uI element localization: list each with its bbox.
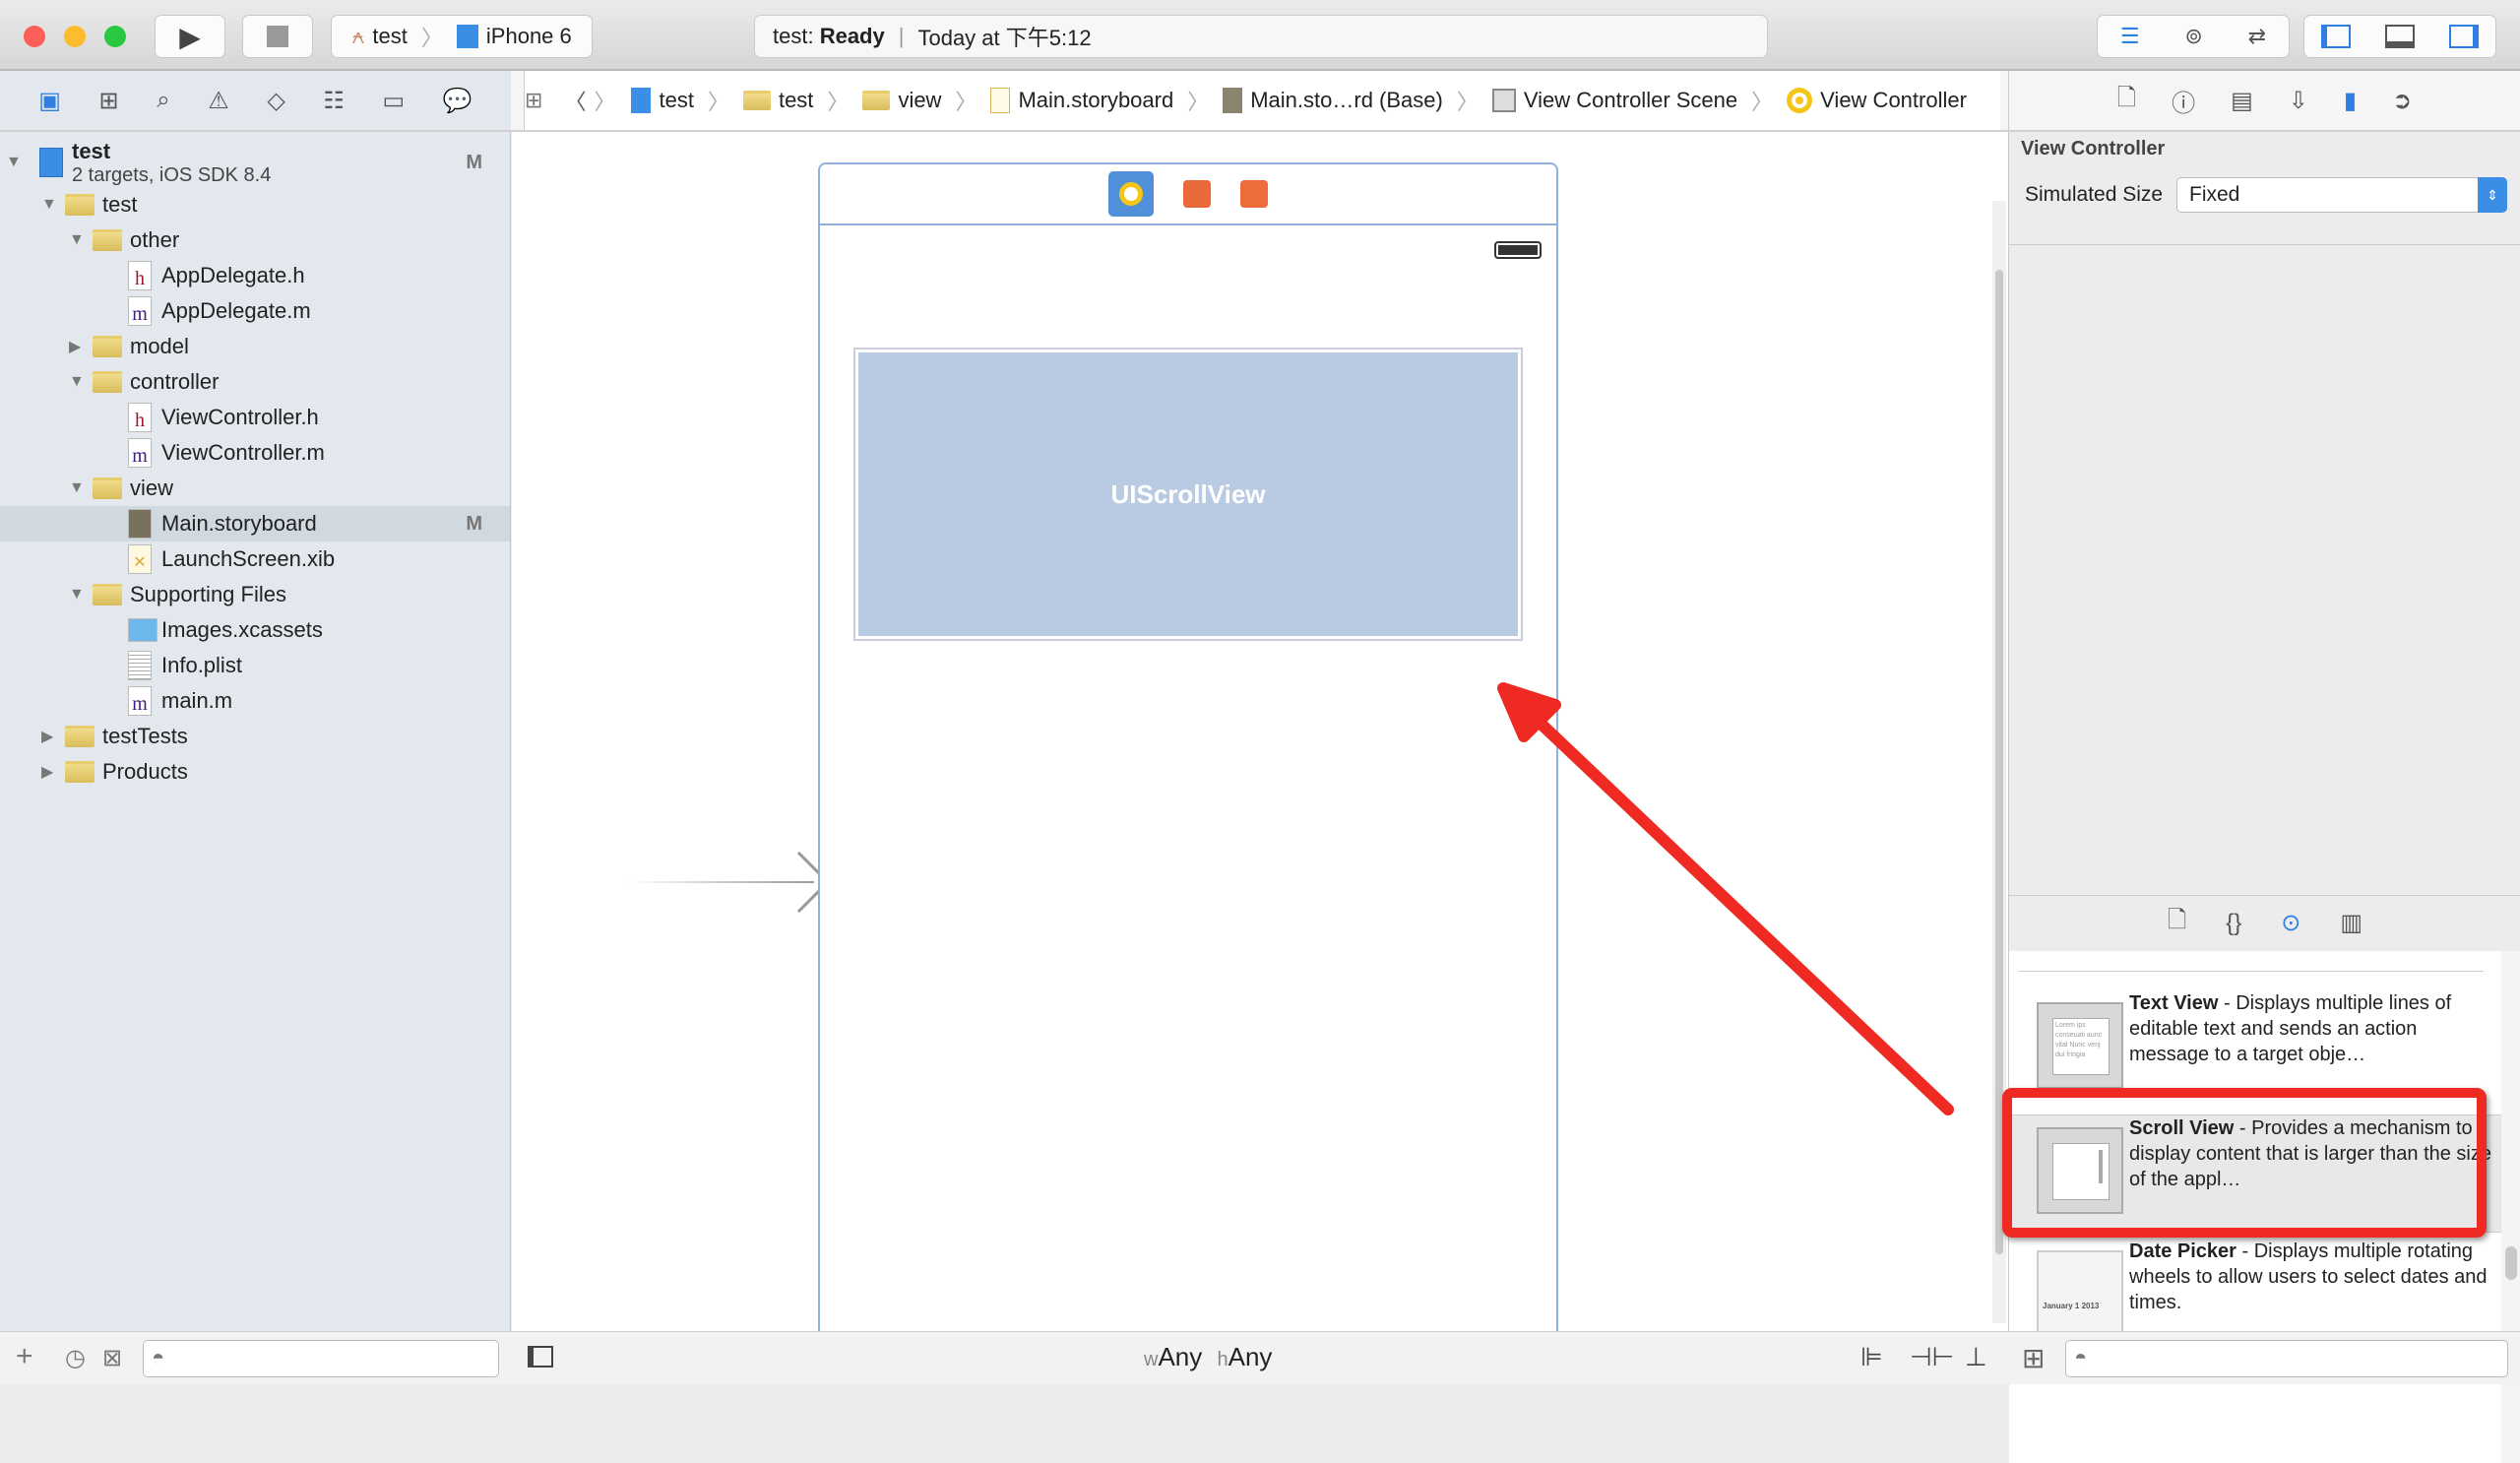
add-file-button[interactable]: + [16,1340,33,1373]
navigator-filter-input[interactable]: ◓ [143,1340,499,1377]
resolve-auto-layout-icon[interactable]: ⊥ [1965,1342,1987,1372]
filter-icon: ◓ [2074,1345,2088,1369]
recent-files-icon[interactable]: ◷ [65,1344,86,1372]
filter-icon: ◓ [152,1345,165,1369]
pin-icon[interactable]: ⊣⊢ [1910,1342,1954,1372]
library-filter-input[interactable]: ◓ [2065,1340,2508,1377]
grid-view-icon[interactable]: ⊞ [2022,1342,2045,1374]
filter-source-control-icon[interactable]: ⊠ [102,1344,122,1372]
align-icon[interactable]: ⊫ [1860,1342,1883,1372]
size-class-control[interactable]: wAny hAny [1144,1342,1272,1372]
annotation-arrow [1497,682,1954,1115]
document-outline-toggle-icon[interactable] [528,1346,553,1368]
bottom-bar: + ◷ ⊠ ◓ wAny hAny ⊫ ⊣⊢ ⊥ ⊞ ◓ [0,1331,2520,1384]
